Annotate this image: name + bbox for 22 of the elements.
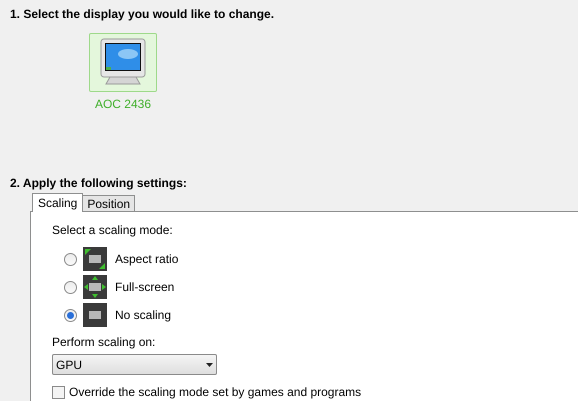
scaling-mode-prompt: Select a scaling mode: bbox=[52, 222, 174, 239]
tab[interactable]: Position bbox=[83, 195, 136, 211]
scaling-mode-icon bbox=[83, 275, 107, 299]
scaling-mode-icon bbox=[83, 303, 107, 327]
dropdown[interactable]: GPU bbox=[52, 354, 217, 375]
perform-scaling-label: Perform scaling on: bbox=[52, 334, 156, 351]
display-tile[interactable] bbox=[89, 33, 157, 92]
override-label: Override the scaling mode set by games and programs bbox=[69, 384, 362, 401]
radio-button[interactable] bbox=[64, 252, 77, 266]
monitor-icon bbox=[100, 38, 146, 88]
scaling-mode-label: Aspect ratio bbox=[115, 251, 178, 268]
scaling-mode-label: Full-screen bbox=[115, 279, 174, 296]
tab[interactable]: Scaling bbox=[32, 193, 84, 212]
checkbox[interactable] bbox=[52, 386, 65, 398]
radio-button[interactable] bbox=[64, 280, 77, 294]
step-heading: 2. Apply the following settings: bbox=[10, 175, 187, 192]
scaling-mode-icon bbox=[83, 247, 107, 271]
radio-button[interactable] bbox=[64, 308, 77, 322]
display-label: AOC 2436 bbox=[94, 96, 152, 113]
scaling-mode-label: No scaling bbox=[115, 307, 172, 324]
caret-icon bbox=[206, 362, 213, 366]
step-heading: 1. Select the display you would like to change. bbox=[10, 6, 274, 23]
